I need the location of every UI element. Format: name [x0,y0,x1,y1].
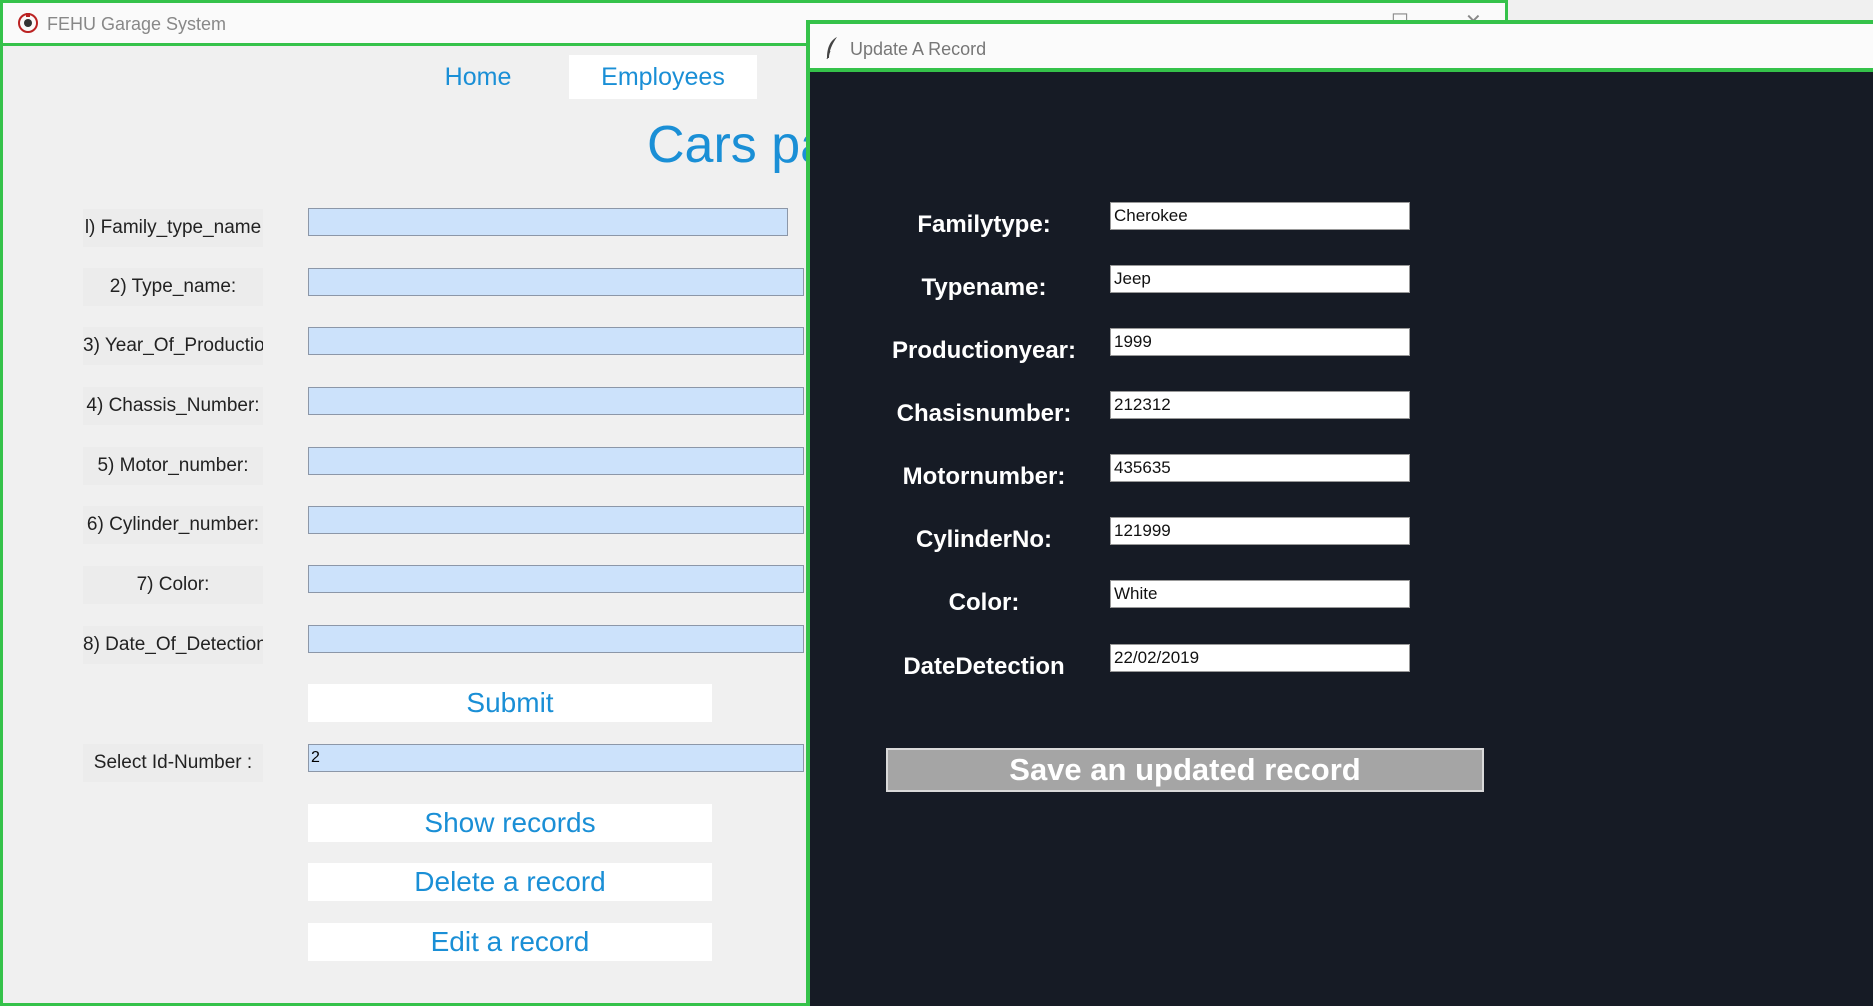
main-window-title: FEHU Garage System [47,14,227,34]
year-of-production-input[interactable] [308,327,804,355]
date-of-detection-input[interactable] [308,625,804,653]
motornumber-input[interactable] [1110,454,1410,482]
motornumber-label: Motornumber: [902,463,1066,490]
tab-home[interactable]: Home [423,55,533,99]
update-window: Update A Record Familytype: Typename: Pr… [806,20,1873,1006]
productionyear-label: Productionyear: [891,337,1077,364]
submit-button[interactable]: Submit [308,684,712,722]
type-name-input[interactable] [308,268,804,296]
typename-label: Typename: [921,274,1047,301]
cylinderno-input[interactable] [1110,517,1410,545]
year-of-production-label: 3) Year_Of_Productio [83,327,263,365]
datedetection-label: DateDetection [903,653,1065,680]
tab-employees[interactable]: Employees [569,55,757,99]
delete-record-button[interactable]: Delete a record [308,863,712,901]
productionyear-input[interactable] [1110,328,1410,356]
family-type-name-label: l) Family_type_name [83,209,263,247]
motor-number-label: 5) Motor_number: [83,447,263,485]
datedetection-input[interactable] [1110,644,1410,672]
edit-record-button[interactable]: Edit a record [308,923,712,961]
update-window-title: Update A Record [850,39,987,59]
feather-icon [826,37,837,60]
motor-number-input[interactable] [308,447,804,475]
color-label: 7) Color: [83,566,263,604]
typename-input[interactable] [1110,265,1410,293]
chasisnumber-label: Chasisnumber: [896,400,1072,427]
familytype-label: Familytype: [917,211,1051,238]
chasisnumber-input[interactable] [1110,391,1410,419]
select-id-input[interactable] [308,744,804,772]
color-input-update[interactable] [1110,580,1410,608]
app-logo-icon [18,13,38,33]
date-of-detection-label: 8) Date_Of_Detection [83,626,263,664]
show-records-button[interactable]: Show records [308,804,712,842]
family-type-name-input[interactable] [308,208,788,236]
update-titlebar: Update A Record [810,24,1873,72]
cylinder-number-input[interactable] [308,506,804,534]
cylinderno-label: CylinderNo: [915,526,1052,553]
color-label-update: Color: [948,589,1020,616]
save-updated-record-button[interactable]: Save an updated record [886,748,1484,792]
cylinder-number-label: 6) Cylinder_number: [83,506,263,544]
chassis-number-input[interactable] [308,387,804,415]
color-input[interactable] [308,565,804,593]
type-name-label: 2) Type_name: [83,268,263,306]
familytype-input[interactable] [1110,202,1410,230]
chassis-number-label: 4) Chassis_Number: [83,387,263,425]
select-id-label: Select Id-Number : [83,744,263,782]
page-title: Cars pa [647,116,830,174]
